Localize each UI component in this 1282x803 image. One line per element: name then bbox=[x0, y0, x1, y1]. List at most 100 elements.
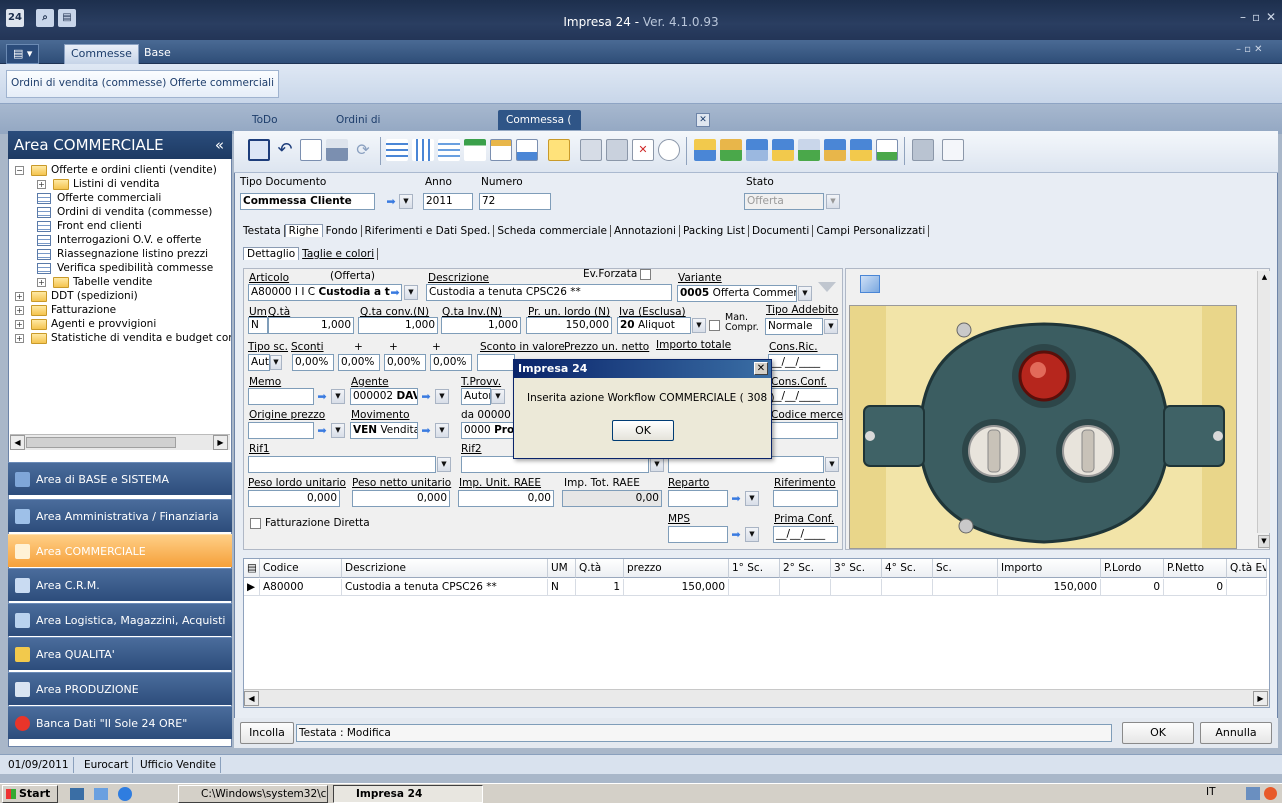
reparto-field[interactable] bbox=[668, 490, 728, 507]
tab-riferimenti[interactable]: Riferimenti e Dati Sped. bbox=[361, 225, 495, 237]
tree-item[interactable]: + Tabelle vendite bbox=[9, 275, 231, 289]
windows-icon[interactable] bbox=[912, 139, 934, 161]
tab-scheda-commerciale[interactable]: Scheda commerciale bbox=[494, 225, 612, 237]
calculator-icon[interactable] bbox=[942, 139, 964, 161]
da-field[interactable]: 0000 Proc bbox=[461, 422, 515, 439]
expand-icon[interactable]: + bbox=[37, 278, 46, 287]
incolla-button[interactable]: Incolla bbox=[240, 722, 294, 744]
start-button[interactable]: Start bbox=[2, 785, 58, 803]
area-button[interactable]: Area PRODUZIONE bbox=[8, 672, 232, 705]
memo-field[interactable] bbox=[248, 388, 314, 405]
ribbon-link-offerte[interactable]: Offerte commerciali bbox=[170, 77, 274, 89]
cons-conf-field[interactable]: __/__/____ bbox=[768, 388, 838, 405]
chevron-down-icon[interactable]: ▼ bbox=[331, 423, 345, 438]
minimize-icon[interactable]: – bbox=[1240, 10, 1246, 24]
row-indicator-icon[interactable]: ▶ bbox=[244, 579, 260, 596]
show-desktop-icon[interactable] bbox=[70, 788, 84, 800]
expand-icon[interactable]: + bbox=[15, 306, 24, 315]
tab-testata[interactable]: Testata bbox=[240, 225, 285, 237]
tab-base[interactable]: Base bbox=[138, 44, 177, 64]
chevron-down-icon[interactable]: ▼ bbox=[404, 285, 418, 300]
man-compr-checkbox[interactable] bbox=[709, 320, 720, 331]
column-header[interactable]: 3° Sc. bbox=[831, 559, 882, 578]
lookup-arrow-icon[interactable]: ➡ bbox=[728, 491, 744, 506]
image-tool-icon[interactable] bbox=[860, 275, 880, 293]
tab-documenti[interactable]: Documenti bbox=[749, 225, 814, 237]
column-header[interactable]: P.Netto bbox=[1164, 559, 1227, 578]
um-field[interactable]: N bbox=[248, 317, 268, 334]
note-icon[interactable] bbox=[548, 139, 570, 161]
refresh-icon[interactable]: ⟳ bbox=[352, 139, 374, 161]
table-cell[interactable]: 150,000 bbox=[624, 579, 729, 596]
column-header[interactable]: Importo bbox=[998, 559, 1101, 578]
app-menu-button[interactable]: ▤ ▾ bbox=[6, 44, 40, 64]
database-icon[interactable] bbox=[772, 139, 794, 161]
qta-inv-field[interactable]: 1,000 bbox=[441, 317, 521, 334]
peso-lordo-field[interactable]: 0,000 bbox=[248, 490, 340, 507]
chevron-down-icon[interactable]: ▼ bbox=[825, 457, 839, 472]
rif1-field[interactable] bbox=[248, 456, 436, 473]
tree-item[interactable]: + Fatturazione bbox=[9, 303, 231, 317]
table-cell[interactable]: 0 bbox=[1101, 579, 1164, 596]
tree-item[interactable]: Front end clienti bbox=[9, 219, 231, 233]
export-icon[interactable] bbox=[876, 139, 898, 161]
table-cell[interactable]: 0 bbox=[1164, 579, 1227, 596]
iva-field[interactable]: 20 Aliquot bbox=[617, 317, 691, 334]
scroll-left-icon[interactable]: ◀ bbox=[244, 691, 259, 706]
tree-item[interactable]: Offerte commerciali bbox=[9, 191, 231, 205]
doc-tab-commessa[interactable]: Commessa ( Stabilimento Produzione ) bbox=[498, 110, 581, 166]
table-cell[interactable] bbox=[1227, 579, 1267, 596]
grid-horizontal-scrollbar[interactable]: ◀ ▶ bbox=[244, 689, 1269, 707]
fatturazione-diretta-checkbox[interactable] bbox=[250, 518, 261, 529]
chevron-down-icon[interactable]: ▼ bbox=[650, 457, 664, 472]
qta-conv-field[interactable]: 1,000 bbox=[358, 317, 438, 334]
dialog-close-icon[interactable]: ✕ bbox=[754, 362, 768, 375]
sconto-3-field[interactable]: 0,00% bbox=[384, 354, 426, 371]
codice-merce-field[interactable] bbox=[768, 422, 838, 439]
pr-lordo-field[interactable]: 150,000 bbox=[526, 317, 612, 334]
articolo-field[interactable]: A80000 I I C Custodia a t bbox=[248, 284, 402, 301]
area-button[interactable]: Banca Dati "Il Sole 24 ORE" bbox=[8, 706, 232, 739]
ev-forzata-checkbox[interactable] bbox=[640, 269, 651, 280]
area-button[interactable]: Area Logistica, Magazzini, Acquisti bbox=[8, 603, 232, 636]
riferimento-field[interactable] bbox=[773, 490, 838, 507]
column-header[interactable]: UM bbox=[548, 559, 576, 578]
tab-dettaglio[interactable]: Dettaglio bbox=[243, 247, 300, 260]
browser-icon[interactable] bbox=[118, 787, 132, 801]
sconto-valore-field[interactable] bbox=[477, 354, 515, 371]
column-header[interactable]: Sc. bbox=[933, 559, 998, 578]
table-icon[interactable] bbox=[580, 139, 602, 161]
tprovv-field[interactable]: Autor bbox=[461, 388, 491, 405]
chevron-down-icon[interactable]: ▼ bbox=[824, 319, 838, 334]
tab-righe[interactable]: Righe bbox=[284, 224, 323, 237]
settings-doc-icon[interactable] bbox=[824, 139, 846, 161]
table-cell[interactable] bbox=[729, 579, 780, 596]
area-button[interactable]: Area Amministrativa / Finanziaria bbox=[8, 499, 232, 532]
chevron-down-icon[interactable]: ▼ bbox=[331, 389, 345, 404]
column-header[interactable]: 4° Sc. bbox=[882, 559, 933, 578]
print-icon[interactable] bbox=[326, 139, 348, 161]
column-header[interactable]: prezzo bbox=[624, 559, 729, 578]
hierarchy-icon[interactable] bbox=[746, 139, 768, 161]
table-cell[interactable]: N bbox=[548, 579, 576, 596]
agente-field[interactable]: 000002 DAV bbox=[350, 388, 418, 405]
column-header[interactable]: Codice bbox=[260, 559, 342, 578]
anno-field[interactable]: 2011 bbox=[423, 193, 473, 210]
tree-item[interactable]: + Statistiche di vendita e budget comm bbox=[9, 331, 231, 345]
tab-annotazioni[interactable]: Annotazioni bbox=[611, 225, 680, 237]
tree-item[interactable]: Riassegnazione listino prezzi bbox=[9, 247, 231, 261]
chevron-down-icon[interactable]: ▼ bbox=[798, 286, 812, 301]
table-cell[interactable]: 1 bbox=[576, 579, 624, 596]
tipo-sc-field[interactable]: Aut bbox=[248, 354, 270, 371]
dialog-ok-button[interactable]: OK bbox=[612, 420, 674, 441]
chevron-down-icon[interactable]: ▼ bbox=[491, 389, 505, 404]
expand-icon[interactable]: + bbox=[15, 320, 24, 329]
lookup-arrow-icon[interactable]: ➡ bbox=[728, 527, 744, 542]
lookup-arrow-icon[interactable]: ➡ bbox=[387, 285, 403, 300]
delete-row-icon[interactable]: ✕ bbox=[632, 139, 654, 161]
image-vertical-scrollbar[interactable]: ▲ bbox=[1257, 271, 1270, 533]
table-cell[interactable]: Custodia a tenuta CPSC26 ** bbox=[342, 579, 548, 596]
scroll-left-icon[interactable]: ◀ bbox=[10, 435, 25, 450]
table-cell[interactable] bbox=[831, 579, 882, 596]
ok-button[interactable]: OK bbox=[1122, 722, 1194, 744]
